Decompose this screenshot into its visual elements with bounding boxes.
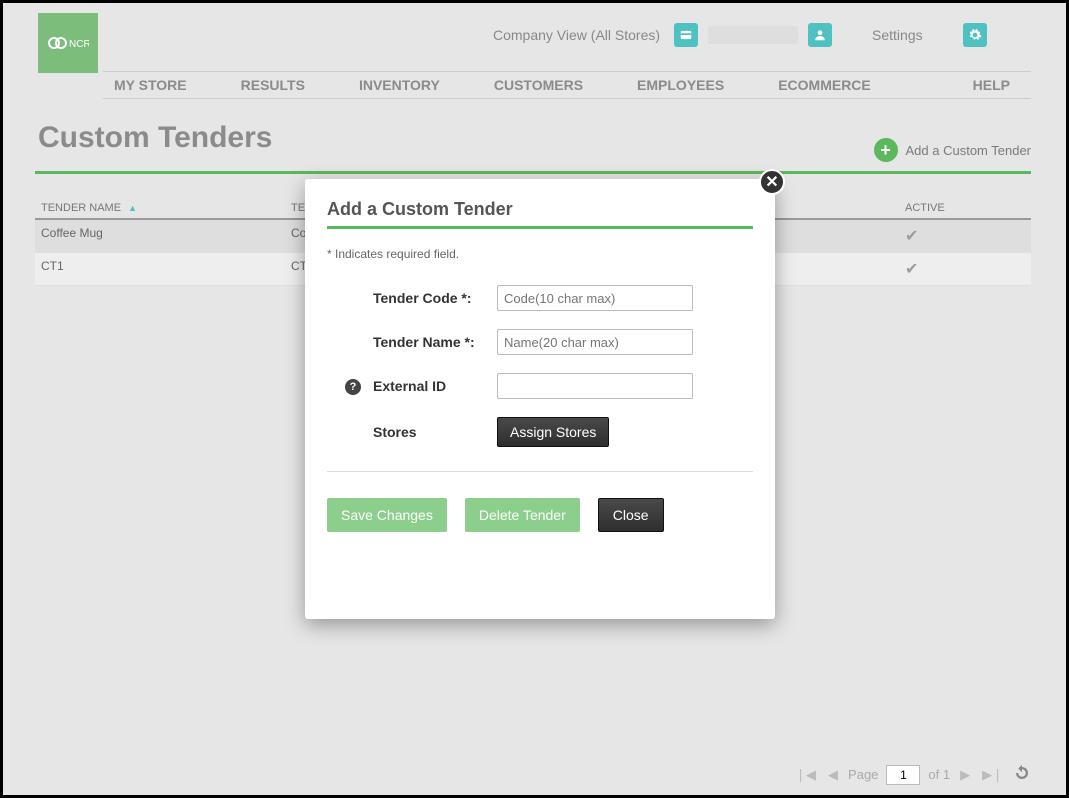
th-tender-name[interactable]: TENDER NAME: [41, 202, 121, 214]
pager: ❘◀ ◀ Page of 1 ▶ ▶❘: [793, 764, 1031, 785]
pager-page-input[interactable]: [886, 765, 920, 785]
tender-name-input[interactable]: [497, 329, 693, 355]
card-icon[interactable]: [674, 23, 698, 47]
add-link-label: Add a Custom Tender: [906, 143, 1032, 158]
modal-title: Add a Custom Tender: [327, 199, 753, 220]
add-tender-modal: ✕ Add a Custom Tender * Indicates requir…: [305, 179, 775, 619]
assign-stores-button[interactable]: Assign Stores: [497, 417, 609, 447]
label-stores: Stores: [327, 424, 497, 440]
svg-text:NCR: NCR: [69, 39, 89, 50]
plus-icon: +: [874, 138, 898, 162]
pager-first-icon[interactable]: ❘◀: [793, 767, 818, 783]
nav-results[interactable]: RESULTS: [235, 72, 311, 98]
save-button[interactable]: Save Changes: [327, 498, 447, 532]
nav-inventory[interactable]: INVENTORY: [353, 72, 446, 98]
nav-customers[interactable]: CUSTOMERS: [488, 72, 589, 98]
pager-page-label: Page: [848, 767, 878, 782]
company-view-label[interactable]: Company View (All Stores): [493, 27, 660, 43]
cell-name: Coffee Mug: [41, 226, 291, 246]
nav-employees[interactable]: EMPLOYEES: [631, 72, 730, 98]
external-id-input[interactable]: [497, 373, 693, 399]
page-title: Custom Tenders: [38, 121, 272, 155]
nav-my-store[interactable]: MY STORE: [108, 72, 193, 98]
store-placeholder: [708, 26, 798, 44]
add-custom-tender-link[interactable]: + Add a Custom Tender: [874, 138, 1032, 162]
nav-ecommerce[interactable]: ECOMMERCE: [772, 72, 877, 98]
required-note: * Indicates required field.: [327, 247, 753, 261]
settings-link[interactable]: Settings: [872, 27, 923, 43]
brand-logo: NCR: [38, 13, 98, 73]
divider: [327, 226, 753, 229]
pager-last-icon[interactable]: ▶❘: [980, 767, 1005, 783]
label-external-id: External ID: [373, 378, 446, 394]
sort-asc-icon: ▲: [128, 203, 137, 213]
pager-next-icon[interactable]: ▶: [958, 767, 972, 783]
close-button[interactable]: Close: [598, 498, 664, 532]
nav-help[interactable]: HELP: [967, 72, 1016, 98]
pager-prev-icon[interactable]: ◀: [826, 767, 840, 783]
help-icon[interactable]: ?: [345, 379, 361, 395]
pager-of-label: of 1: [928, 767, 950, 782]
check-icon: ✔: [905, 228, 918, 245]
divider: [35, 171, 1031, 174]
close-icon[interactable]: ✕: [759, 169, 785, 195]
label-tender-name: Tender Name *:: [327, 334, 497, 350]
tender-code-input[interactable]: [497, 285, 693, 311]
th-active[interactable]: ACTIVE: [905, 202, 1025, 214]
delete-button[interactable]: Delete Tender: [465, 498, 580, 532]
user-icon[interactable]: [808, 23, 832, 47]
cell-name: CT1: [41, 259, 291, 279]
main-nav: MY STORE RESULTS INVENTORY CUSTOMERS EMP…: [103, 71, 1031, 99]
refresh-icon[interactable]: [1013, 764, 1031, 785]
check-icon: ✔: [905, 261, 918, 278]
gear-icon[interactable]: [963, 23, 987, 47]
label-tender-code: Tender Code *:: [327, 290, 497, 306]
